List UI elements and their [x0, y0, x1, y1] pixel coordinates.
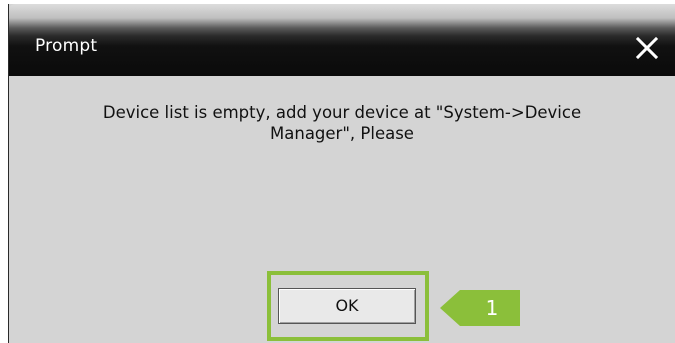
prompt-dialog: Prompt Device list is empty, add your de…: [8, 4, 675, 343]
close-icon: [635, 36, 659, 60]
ok-button[interactable]: OK: [278, 288, 416, 324]
message-line-2: Manager", Please: [270, 124, 414, 143]
close-button[interactable]: [631, 32, 663, 64]
step-number-label: 1: [485, 296, 499, 320]
dialog-title: Prompt: [35, 36, 98, 56]
dialog-message: Device list is empty, add your device at…: [9, 102, 675, 144]
dialog-body: Device list is empty, add your device at…: [9, 76, 675, 343]
dialog-titlebar: Prompt: [9, 4, 675, 76]
message-line-1: Device list is empty, add your device at…: [102, 103, 582, 122]
